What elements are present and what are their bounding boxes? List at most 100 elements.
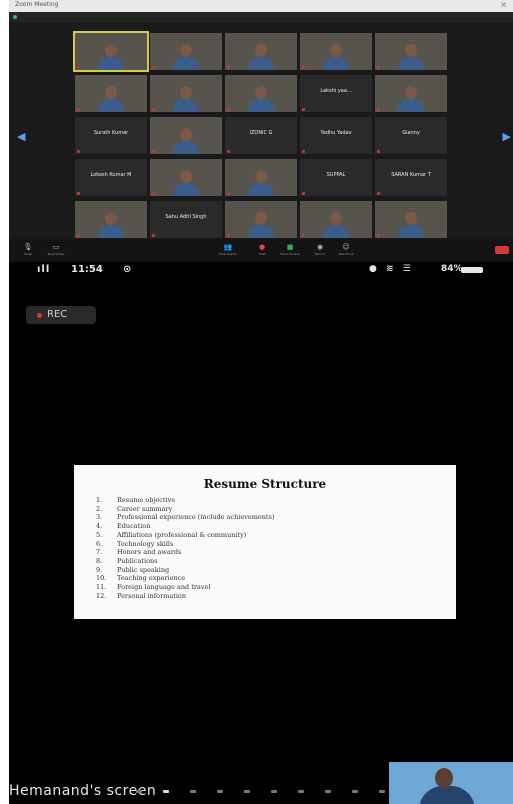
mute-button[interactable]: 🎙 Mute xyxy=(17,243,39,256)
participant-tile[interactable]: Lakshi yaa... xyxy=(300,75,372,112)
participant-tile[interactable] xyxy=(300,33,372,70)
participant-tile[interactable]: IZONIC G xyxy=(225,117,297,154)
participant-video xyxy=(96,40,126,70)
person-body xyxy=(173,141,199,154)
share-screen-button[interactable]: ■ Share Screen xyxy=(279,243,301,256)
person-body xyxy=(323,225,349,238)
person-head xyxy=(105,44,117,57)
page-dot[interactable] xyxy=(190,790,196,793)
presenter-label: Hemanand's screen xyxy=(9,783,157,799)
participant-tile[interactable]: SUPPAL xyxy=(300,159,372,196)
participant-tile[interactable] xyxy=(150,33,222,70)
muted-mic-icon xyxy=(227,150,230,153)
participant-tile[interactable]: SARAN Kumar T xyxy=(375,159,447,196)
wifi-icon: ● ≋ ☰ xyxy=(369,264,414,274)
participant-tile[interactable]: Lokesh Kumar M xyxy=(75,159,147,196)
person-body xyxy=(98,99,124,112)
slide-list-item: 7. Honors and awards xyxy=(96,548,274,557)
slide-item-text: Resume objective xyxy=(117,496,176,504)
participant-tile[interactable] xyxy=(75,75,147,112)
participant-tile[interactable] xyxy=(225,201,297,238)
person-body xyxy=(248,225,274,238)
participant-tile[interactable] xyxy=(150,117,222,154)
participant-video xyxy=(396,40,426,70)
previous-page-arrow-icon[interactable]: ◀ xyxy=(17,130,25,143)
person-body xyxy=(398,225,424,238)
slide-title: Resume Structure xyxy=(203,477,327,491)
participant-tile[interactable] xyxy=(300,201,372,238)
muted-mic-icon xyxy=(152,150,155,153)
slide-item-number: 12. xyxy=(96,591,107,600)
muted-mic-icon xyxy=(152,108,155,111)
record-button[interactable]: ◉ Record xyxy=(309,243,331,256)
reactions-icon: ☺ xyxy=(342,243,350,251)
muted-mic-icon xyxy=(377,234,380,237)
participant-tile[interactable]: Sahu Aditi Singh xyxy=(150,201,222,238)
slide-item-number: 9. xyxy=(96,565,103,574)
participant-video xyxy=(171,40,201,70)
participant-tile[interactable]: Surath Kumar xyxy=(75,117,147,154)
slide-list: 1. Resume objective 2. Career summary 3. Prof… xyxy=(96,496,274,600)
recording-badge[interactable]: REC xyxy=(26,306,96,324)
page-dot[interactable] xyxy=(352,790,358,793)
reactions-button[interactable]: ☺ Reactions xyxy=(335,243,357,256)
participant-tile[interactable] xyxy=(225,33,297,70)
end-meeting-button[interactable] xyxy=(495,246,509,254)
meeting-toolbar: 🎙 Mute ▭ Start Video 👥 Participants ● Ch… xyxy=(9,239,513,262)
muted-mic-icon xyxy=(152,234,155,237)
page-dot[interactable] xyxy=(217,790,223,793)
page-dot[interactable] xyxy=(271,790,277,793)
page-dot[interactable] xyxy=(163,790,169,793)
participant-tile[interactable] xyxy=(75,201,147,238)
slide-list-item: 2. Career summary xyxy=(96,505,274,514)
muted-mic-icon xyxy=(77,150,80,153)
participant-tile[interactable]: Glanny xyxy=(375,117,447,154)
participant-tile[interactable]: Yadhu Yadav xyxy=(300,117,372,154)
muted-mic-icon xyxy=(152,66,155,69)
participant-tile[interactable] xyxy=(73,31,149,72)
signal-icon: ıll xyxy=(37,264,51,275)
security-shield-icon[interactable] xyxy=(13,15,17,19)
participants-icon: 👥 xyxy=(223,243,233,251)
person-head xyxy=(255,44,267,57)
page-dot[interactable] xyxy=(136,790,142,793)
person-head xyxy=(180,86,192,99)
muted-mic-icon xyxy=(77,192,80,195)
reactions-label: Reactions xyxy=(338,252,354,256)
person-body xyxy=(98,225,124,238)
participant-tile[interactable] xyxy=(375,33,447,70)
slide-list-item: 6. Technology skills xyxy=(96,540,274,549)
participant-video xyxy=(171,82,201,112)
page-dot[interactable] xyxy=(244,790,250,793)
person-body xyxy=(248,183,274,196)
person-head xyxy=(405,44,417,57)
close-icon[interactable]: × xyxy=(500,0,507,9)
share-screen-icon: ■ xyxy=(286,243,294,251)
muted-mic-icon xyxy=(77,234,80,237)
next-page-arrow-icon[interactable]: ▶ xyxy=(503,130,511,143)
page-dot[interactable] xyxy=(379,790,385,793)
muted-mic-icon xyxy=(77,66,80,69)
person-head xyxy=(105,86,117,99)
participant-name: SUPPAL xyxy=(326,172,346,178)
participant-name: Sahu Aditi Singh xyxy=(165,214,207,220)
participant-tile[interactable] xyxy=(150,75,222,112)
participant-tile[interactable] xyxy=(225,75,297,112)
page-dot[interactable] xyxy=(298,790,304,793)
person-body xyxy=(248,57,274,70)
participant-tile[interactable] xyxy=(375,201,447,238)
participants-label: Participants xyxy=(219,252,237,256)
participant-tile[interactable] xyxy=(375,75,447,112)
participants-button[interactable]: 👥 Participants xyxy=(217,243,239,256)
participant-tile[interactable] xyxy=(150,159,222,196)
participant-tile[interactable] xyxy=(225,159,297,196)
person-body xyxy=(98,57,124,70)
chat-button[interactable]: ● Chat xyxy=(251,243,273,256)
meeting-info-bar xyxy=(9,12,513,22)
slide-item-text: Teaching experience xyxy=(117,574,186,583)
battery-percent: 84% xyxy=(441,264,463,274)
slide-item-number: 5. xyxy=(96,530,103,539)
page-dot[interactable] xyxy=(325,790,331,793)
participant-video xyxy=(396,208,426,238)
start-video-button[interactable]: ▭ Start Video xyxy=(45,243,67,256)
